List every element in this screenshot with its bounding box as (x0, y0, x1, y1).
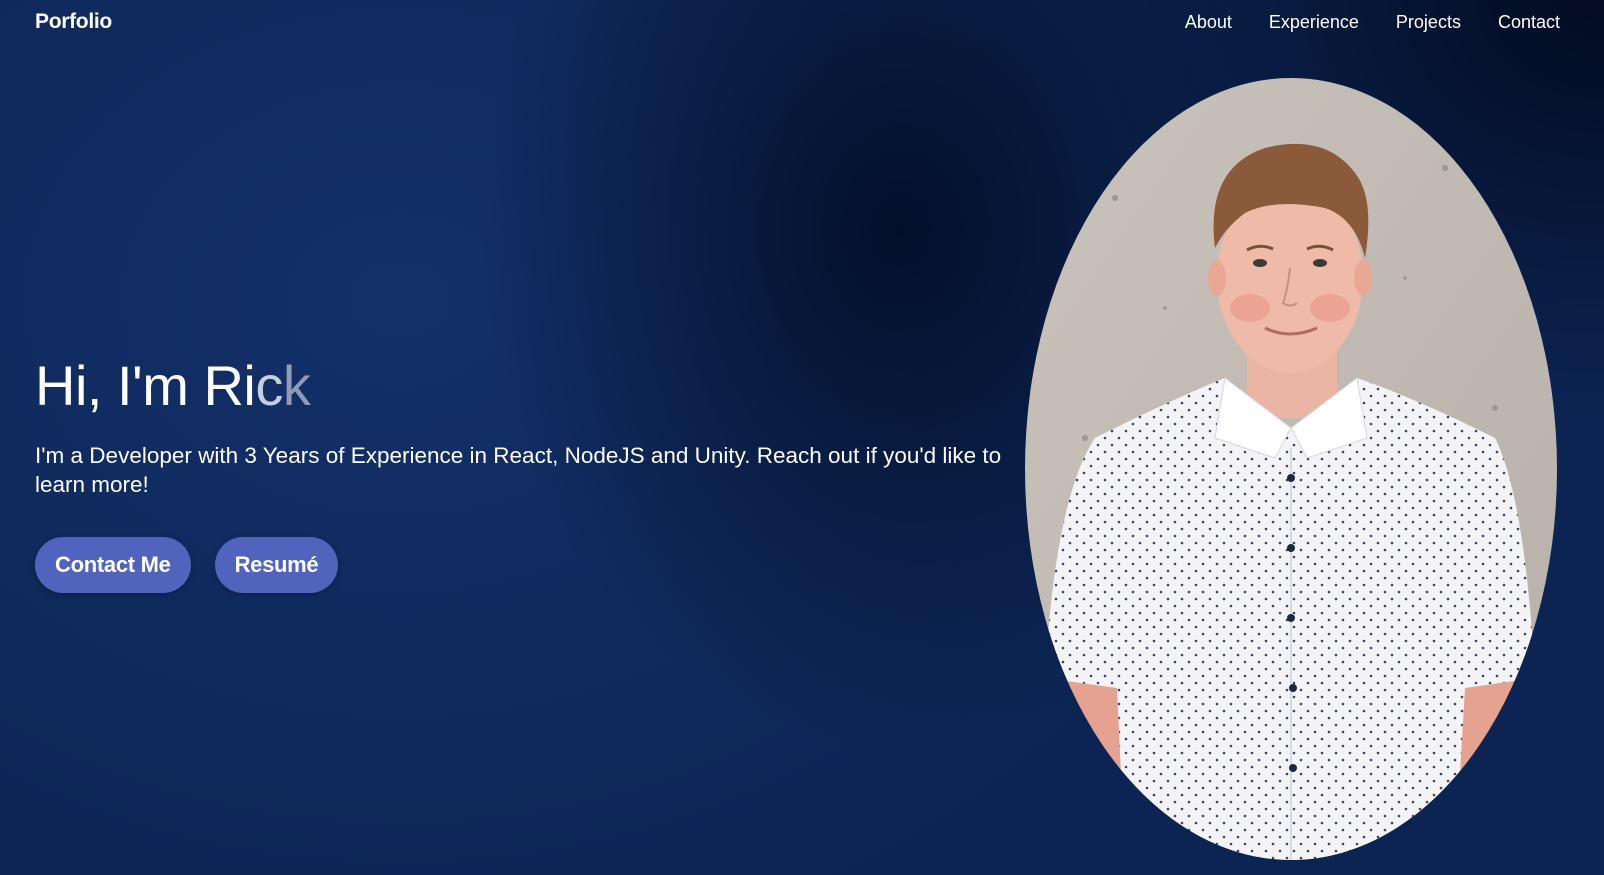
nav-link-contact[interactable]: Contact (1498, 12, 1560, 33)
nav-links: About Experience Projects Contact (1185, 12, 1560, 33)
navbar: Porfolio About Experience Projects Conta… (0, 0, 1604, 46)
hero-title-fade-1: c (255, 354, 283, 417)
hero-buttons: Contact Me Resumé (35, 537, 339, 593)
portrait-illustration (1025, 78, 1557, 860)
hero-title-main: Hi, I'm Ri (35, 354, 256, 417)
brand-logo[interactable]: Porfolio (35, 10, 112, 34)
nav-link-about[interactable]: About (1185, 12, 1232, 33)
hero-section: Hi, I'm Rick I'm a Developer with 3 Year… (35, 355, 1025, 499)
hero-title: Hi, I'm Rick (35, 355, 1025, 417)
nav-link-projects[interactable]: Projects (1396, 12, 1461, 33)
portrait-image (1025, 78, 1557, 860)
contact-me-button[interactable]: Contact Me (35, 537, 191, 593)
hero-description: I'm a Developer with 3 Years of Experien… (35, 442, 1002, 497)
nav-link-experience[interactable]: Experience (1269, 12, 1359, 33)
hero-title-fade-2: k (282, 354, 311, 417)
resume-button[interactable]: Resumé (214, 537, 339, 593)
